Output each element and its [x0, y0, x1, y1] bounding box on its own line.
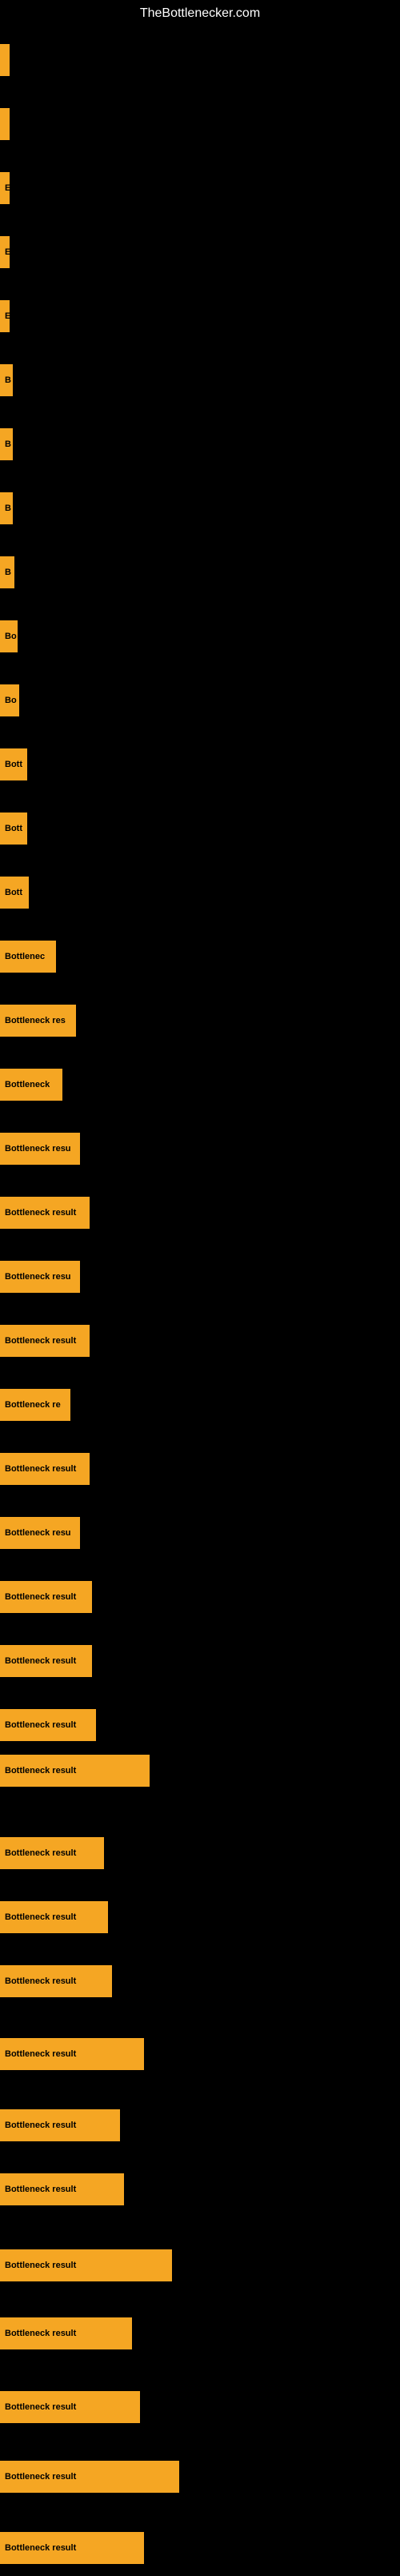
bar-label: [0, 44, 10, 76]
bar-row: E: [0, 160, 400, 216]
bar-label: Bo: [0, 684, 19, 716]
bar-label: Bottleneck result: [0, 2532, 144, 2564]
bar-row: Bottleneck result: [0, 2026, 400, 2082]
bar-row: B: [0, 352, 400, 408]
bar-row: Bott: [0, 865, 400, 921]
bar-label: Bottleneck result: [0, 1709, 96, 1741]
bar-row: Bottleneck result: [0, 2520, 400, 2576]
bar-label: Bottleneck: [0, 1069, 62, 1101]
bar-row: Bottleneck result: [0, 2305, 400, 2361]
bar-row: Bo: [0, 608, 400, 664]
bar-label: Bottleneck result: [0, 2391, 140, 2423]
bar-label: Bottleneck result: [0, 1755, 150, 1787]
bar-label: Bottleneck result: [0, 2249, 172, 2281]
bar-label: [0, 108, 10, 140]
bar-row: Bottleneck resu: [0, 1249, 400, 1305]
bar-row: B: [0, 480, 400, 536]
bar-label: Bottlenec: [0, 941, 56, 973]
bar-row: Bottleneck: [0, 1057, 400, 1113]
bar-label: Bottleneck resu: [0, 1517, 80, 1549]
bar-label: B: [0, 428, 13, 460]
bar-label: B: [0, 492, 13, 524]
bar-label: Bo: [0, 620, 18, 652]
bar-label: E: [0, 236, 10, 268]
bar-label: Bottleneck result: [0, 2461, 179, 2493]
bar-row: Bott: [0, 736, 400, 792]
bar-row: [0, 96, 400, 152]
bar-label: E: [0, 300, 10, 332]
bar-label: Bottleneck re: [0, 1389, 70, 1421]
bar-label: Bott: [0, 877, 29, 909]
bar-label: Bottleneck result: [0, 1901, 108, 1933]
bar-label: Bottleneck result: [0, 2109, 120, 2141]
bar-label: B: [0, 556, 14, 588]
bar-row: Bo: [0, 672, 400, 728]
bar-row: [0, 32, 400, 88]
bar-row: B: [0, 416, 400, 472]
bar-label: Bott: [0, 748, 27, 780]
bar-row: Bottleneck result: [0, 1743, 400, 1799]
site-title: TheBottlenecker.com: [0, 0, 400, 27]
bar-row: Bottleneck resu: [0, 1121, 400, 1177]
bar-label: Bottleneck result: [0, 1645, 92, 1677]
bar-label: Bottleneck result: [0, 1581, 92, 1613]
bar-row: Bottleneck result: [0, 2097, 400, 2153]
bar-row: Bottleneck result: [0, 2237, 400, 2293]
bar-row: E: [0, 224, 400, 280]
bar-row: Bottleneck result: [0, 2449, 400, 2505]
bar-row: E: [0, 288, 400, 344]
bar-label: Bottleneck resu: [0, 1133, 80, 1165]
bar-row: Bottlenec: [0, 929, 400, 985]
bar-row: Bottleneck result: [0, 1825, 400, 1881]
bar-label: Bottleneck result: [0, 2173, 124, 2205]
bar-label: Bottleneck result: [0, 1965, 112, 1997]
bar-row: Bottleneck result: [0, 1953, 400, 2009]
bar-row: Bottleneck result: [0, 2379, 400, 2435]
bar-row: Bottleneck result: [0, 1569, 400, 1625]
bar-label: Bottleneck res: [0, 1005, 76, 1037]
bar-row: Bottleneck result: [0, 2161, 400, 2217]
bar-label: E: [0, 172, 10, 204]
bar-label: Bottleneck result: [0, 2038, 144, 2070]
bar-row: B: [0, 544, 400, 600]
bar-label: Bottleneck result: [0, 2317, 132, 2349]
bar-row: Bottleneck re: [0, 1377, 400, 1433]
bar-row: Bottleneck resu: [0, 1505, 400, 1561]
bar-row: Bott: [0, 800, 400, 857]
bar-row: Bottleneck result: [0, 1633, 400, 1689]
bar-label: B: [0, 364, 13, 396]
bar-row: Bottleneck res: [0, 993, 400, 1049]
bar-label: Bottleneck result: [0, 1197, 90, 1229]
bar-row: Bottleneck result: [0, 1441, 400, 1497]
bar-label: Bottleneck resu: [0, 1261, 80, 1293]
bar-row: Bottleneck result: [0, 1185, 400, 1241]
bar-label: Bottleneck result: [0, 1837, 104, 1869]
bar-label: Bottleneck result: [0, 1325, 90, 1357]
bar-row: Bottleneck result: [0, 1313, 400, 1369]
bar-row: Bottleneck result: [0, 1889, 400, 1945]
bar-label: Bott: [0, 813, 27, 845]
bar-label: Bottleneck result: [0, 1453, 90, 1485]
